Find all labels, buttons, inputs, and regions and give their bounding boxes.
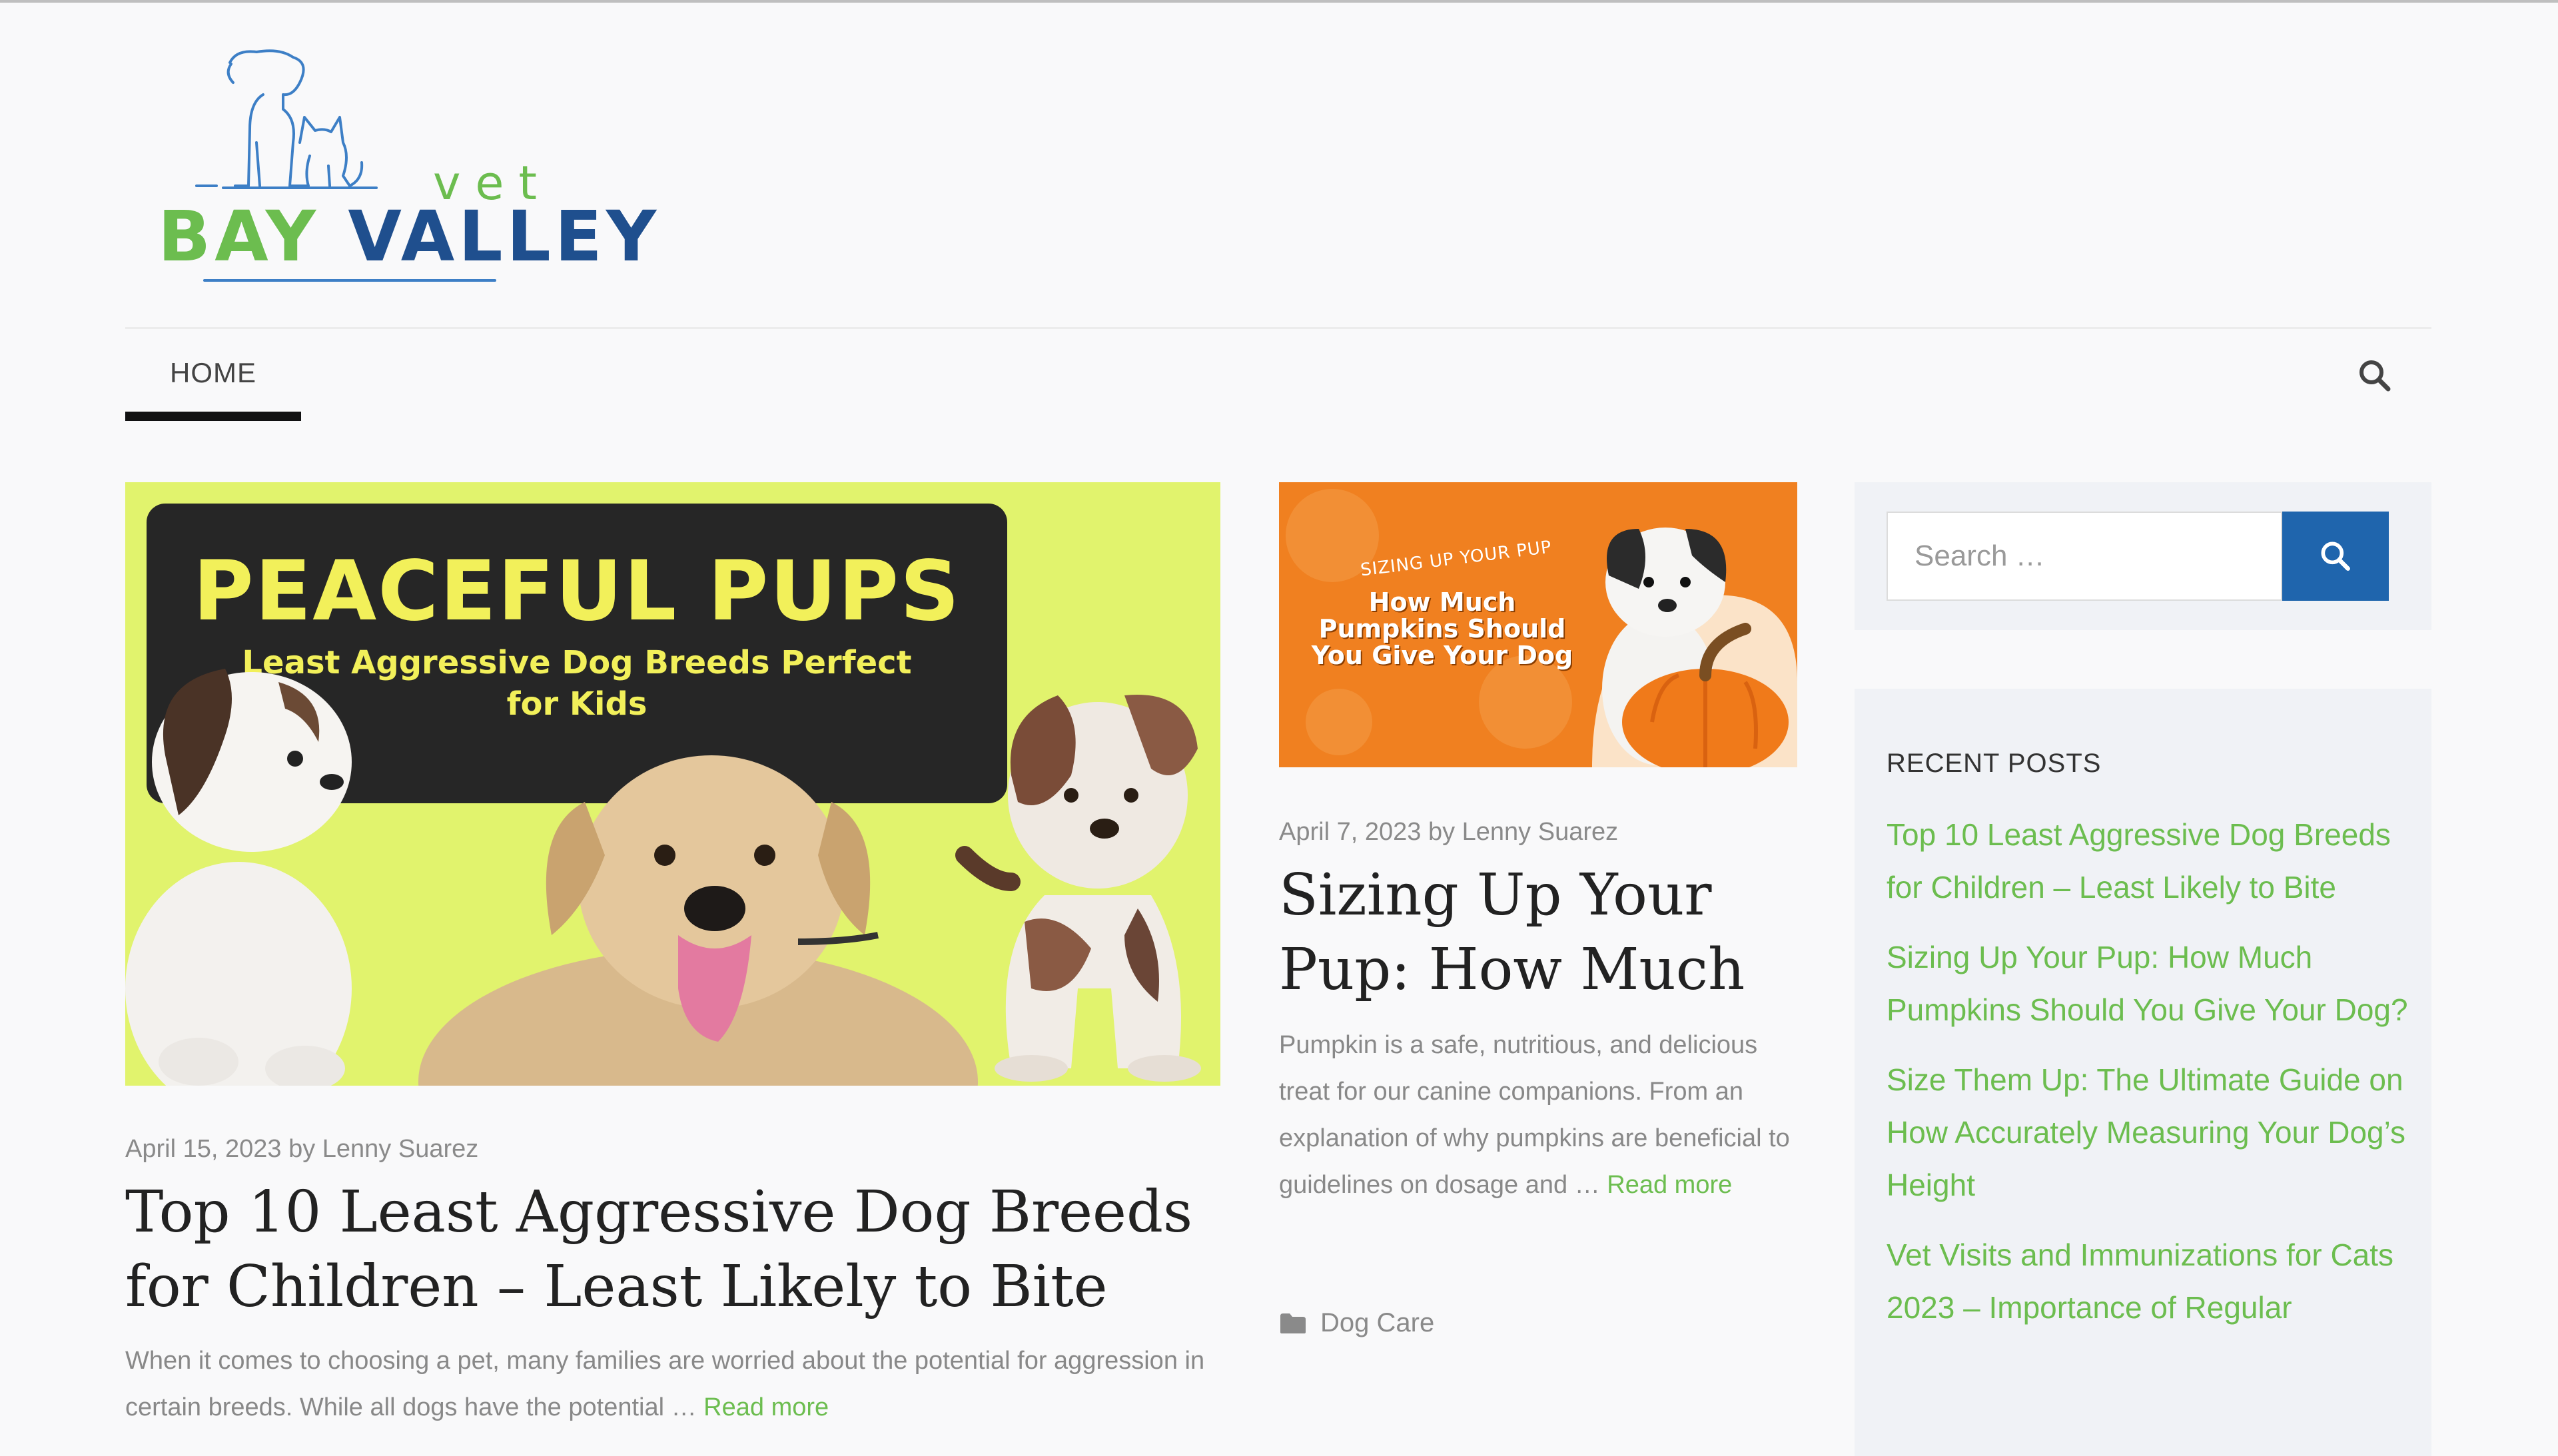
folder-icon <box>1280 1313 1306 1333</box>
post-date[interactable]: April 7, 2023 <box>1279 818 1421 846</box>
recent-post-link[interactable]: Sizing Up Your Pup: How Much Pumpkins Sh… <box>1887 940 2408 1027</box>
search-icon <box>2321 542 2350 571</box>
post-by: by <box>288 1135 316 1163</box>
recent-posts-widget: RECENT POSTS Top 10 Least Aggressive Dog… <box>1855 689 2431 1456</box>
nav-item-home[interactable]: HOME <box>125 349 301 422</box>
post-excerpt-text: When it comes to choosing a pet, many fa… <box>125 1347 1205 1421</box>
recent-post-link[interactable]: Top 10 Least Aggressive Dog Breeds for C… <box>1887 817 2391 905</box>
recent-posts-list: Top 10 Least Aggressive Dog Breeds for C… <box>1887 809 2419 1351</box>
logo-word-valley: VALLEY <box>348 196 661 277</box>
thumb-heading: How Much Pumpkins Should You Give Your D… <box>1311 587 1573 670</box>
list-item: Vet Visits and Immunizations for Cats 20… <box>1887 1229 2419 1334</box>
search-icon[interactable] <box>2355 356 2395 396</box>
post-excerpt: When it comes to choosing a pet, many fa… <box>125 1337 1224 1431</box>
logo-wordmark: BAY VALLEY <box>158 196 660 277</box>
logo-word-bay: BAY <box>158 196 320 277</box>
post-title[interactable]: Top 10 Least Aggressive Dog Breeds for C… <box>125 1175 1224 1324</box>
category-link[interactable]: Dog Care <box>1320 1308 1434 1338</box>
search-widget <box>1855 482 2431 630</box>
site-logo[interactable]: vet BAY VALLEY <box>150 43 656 289</box>
list-item: Sizing Up Your Pup: How Much Pumpkins Sh… <box>1887 931 2419 1036</box>
recent-post-link[interactable]: Vet Visits and Immunizations for Cats 20… <box>1887 1238 2393 1325</box>
featured-post-image[interactable]: PEACEFUL PUPS Least Aggressive Dog Breed… <box>125 482 1220 1086</box>
post-excerpt: Pumpkin is a safe, nutritious, and delic… <box>1279 1022 1805 1208</box>
post-author[interactable]: Lenny Suarez <box>1462 818 1619 846</box>
list-item: Top 10 Least Aggressive Dog Breeds for C… <box>1887 809 2419 914</box>
post-thumbnail[interactable]: SIZING UP YOUR PUP How Much Pumpkins Sho… <box>1279 482 1797 767</box>
post-date[interactable]: April 15, 2023 <box>125 1135 282 1163</box>
post-author[interactable]: Lenny Suarez <box>322 1135 479 1163</box>
recent-posts-heading: RECENT POSTS <box>1887 749 2102 778</box>
post-title[interactable]: Sizing Up Your Pup: How Much <box>1279 858 1799 1007</box>
page: vet BAY VALLEY HOME PEACEFUL PUPS Least … <box>0 0 2558 1456</box>
puppies-illustration <box>125 669 1201 1086</box>
post-meta: April 15, 2023 by Lenny Suarez <box>125 1135 478 1164</box>
post-meta: April 7, 2023 by Lenny Suarez <box>1279 818 1618 847</box>
search-input[interactable] <box>1887 512 2282 601</box>
nav-active-indicator <box>125 412 301 421</box>
read-more-link[interactable]: Read more <box>1607 1171 1732 1199</box>
nav-home-label: HOME <box>170 357 256 388</box>
read-more-link[interactable]: Read more <box>703 1393 829 1421</box>
nav-divider <box>125 327 2431 329</box>
list-item: Size Them Up: The Ultimate Guide on How … <box>1887 1054 2419 1212</box>
post-by: by <box>1428 818 1456 846</box>
recent-post-link[interactable]: Size Them Up: The Ultimate Guide on How … <box>1887 1062 2405 1202</box>
search-button[interactable] <box>2282 512 2389 601</box>
logo-underline <box>203 279 496 282</box>
post-category: Dog Care <box>1279 1308 1434 1338</box>
